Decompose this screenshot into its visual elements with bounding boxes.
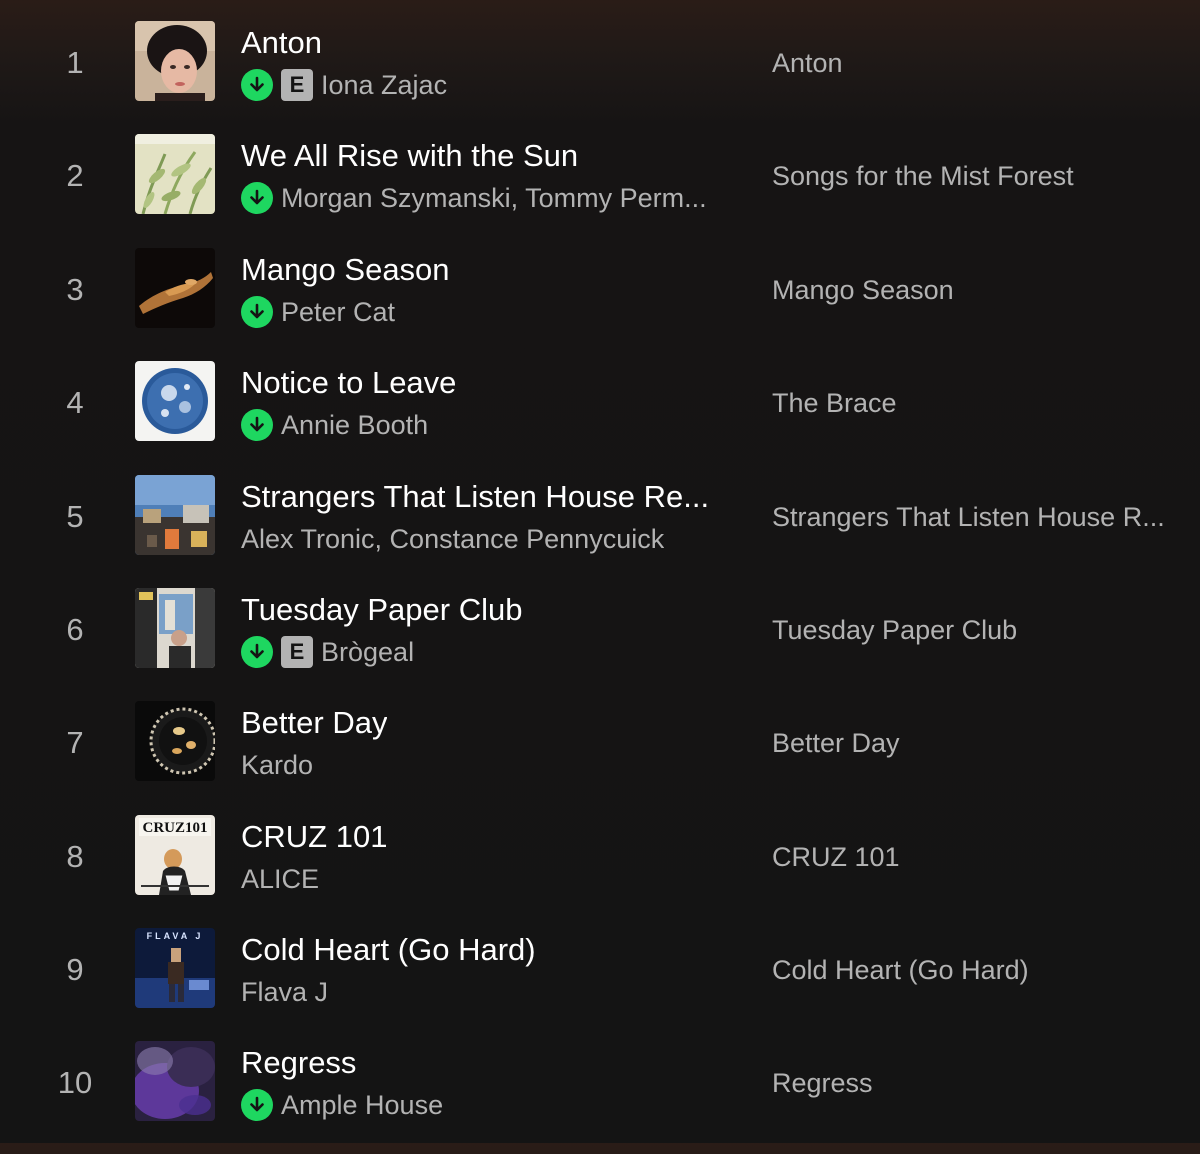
track-meta: E Brògeal [241, 635, 414, 669]
album-cover[interactable]: FLAVA J [135, 928, 215, 1008]
track-artist[interactable]: Flava J [241, 975, 328, 1009]
downloaded-icon [241, 69, 273, 101]
track-number: 4 [66, 385, 84, 420]
track-row[interactable]: 1 Anton E Iona Zajac Anton [0, 21, 1200, 134]
downloaded-icon [241, 1089, 273, 1121]
track-number: 8 [66, 839, 84, 874]
track-number: 2 [66, 158, 84, 193]
track-title[interactable]: CRUZ 101 [241, 818, 387, 856]
track-row[interactable]: 6 Tuesday Paper Club E Brògeal Tuesday P… [0, 588, 1200, 701]
track-title[interactable]: Anton [241, 24, 322, 62]
track-meta: Kardo [241, 748, 313, 782]
track-album[interactable]: CRUZ 101 [772, 839, 900, 875]
track-artist[interactable]: Ample House [281, 1088, 443, 1122]
track-number: 10 [57, 1065, 93, 1100]
track-number: 1 [66, 45, 84, 80]
track-artist[interactable]: Brògeal [321, 635, 414, 669]
track-album[interactable]: Regress [772, 1065, 873, 1101]
album-cover[interactable] [135, 361, 215, 441]
track-title[interactable]: Tuesday Paper Club [241, 591, 522, 629]
album-cover[interactable] [135, 21, 215, 101]
track-row[interactable]: 7 Better Day Kardo Better Day [0, 701, 1200, 814]
track-artist[interactable]: Iona Zajac [321, 68, 447, 102]
track-artist[interactable]: ALICE [241, 862, 319, 896]
track-row[interactable]: 10 Regress Ample House Regress [0, 1041, 1200, 1154]
track-meta: Morgan Szymanski, Tommy Perm... [241, 181, 707, 215]
track-row[interactable]: 9 FLAVA J Cold Heart (Go Hard) Flava J C… [0, 928, 1200, 1041]
track-album[interactable]: Cold Heart (Go Hard) [772, 952, 1029, 988]
track-album[interactable]: Mango Season [772, 272, 954, 308]
track-row[interactable]: 5 Strangers That Listen House Re... Alex… [0, 475, 1200, 588]
track-meta: Annie Booth [241, 408, 428, 442]
track-artist[interactable]: Kardo [241, 748, 313, 782]
album-cover[interactable]: CRUZ101 [135, 815, 215, 895]
track-album[interactable]: Songs for the Mist Forest [772, 158, 1074, 194]
track-title[interactable]: We All Rise with the Sun [241, 137, 578, 175]
track-number: 6 [66, 612, 84, 647]
downloaded-icon [241, 182, 273, 214]
track-number: 5 [66, 499, 84, 534]
track-number: 7 [66, 725, 84, 760]
track-album[interactable]: The Brace [772, 385, 897, 421]
cover-text: CRUZ101 [142, 820, 207, 836]
track-meta: Ample House [241, 1088, 443, 1122]
explicit-badge: E [281, 69, 313, 101]
track-title[interactable]: Cold Heart (Go Hard) [241, 931, 536, 969]
cover-text: FLAVA J [147, 931, 204, 941]
explicit-badge: E [281, 636, 313, 668]
track-artist[interactable]: Annie Booth [281, 408, 428, 442]
track-number: 3 [66, 272, 84, 307]
track-meta: Peter Cat [241, 295, 395, 329]
track-meta: Flava J [241, 975, 328, 1009]
track-title[interactable]: Strangers That Listen House Re... [241, 478, 709, 516]
track-artist[interactable]: Peter Cat [281, 295, 395, 329]
downloaded-icon [241, 636, 273, 668]
album-cover[interactable] [135, 1041, 215, 1121]
track-number: 9 [66, 952, 84, 987]
track-row[interactable]: 4 Notice to Leave Annie Booth The Brace [0, 361, 1200, 474]
album-cover[interactable] [135, 701, 215, 781]
track-row[interactable]: 2 We All Rise with the Sun Morgan Szyman… [0, 134, 1200, 247]
track-row[interactable]: 3 Mango Season Peter Cat Mango Season [0, 248, 1200, 361]
track-meta: Alex Tronic, Constance Pennycuick [241, 522, 664, 556]
track-album[interactable]: Anton [772, 45, 843, 81]
downloaded-icon [241, 296, 273, 328]
album-cover[interactable] [135, 134, 215, 214]
track-artist[interactable]: Alex Tronic, Constance Pennycuick [241, 522, 664, 556]
album-cover[interactable] [135, 475, 215, 555]
track-title[interactable]: Notice to Leave [241, 364, 456, 402]
track-title[interactable]: Mango Season [241, 251, 450, 289]
album-cover[interactable] [135, 588, 215, 668]
track-album[interactable]: Better Day [772, 725, 900, 761]
track-title[interactable]: Regress [241, 1044, 356, 1082]
track-title[interactable]: Better Day [241, 704, 387, 742]
track-meta: ALICE [241, 862, 319, 896]
track-artist[interactable]: Morgan Szymanski, Tommy Perm... [281, 181, 707, 215]
track-list: 1 Anton E Iona Zajac Anton 2 We All Rise… [0, 0, 1200, 1143]
track-meta: E Iona Zajac [241, 68, 447, 102]
track-album[interactable]: Strangers That Listen House R... [772, 499, 1165, 535]
album-cover[interactable] [135, 248, 215, 328]
track-album[interactable]: Tuesday Paper Club [772, 612, 1017, 648]
downloaded-icon [241, 409, 273, 441]
track-row[interactable]: 8 CRUZ101 CRUZ 101 ALICE CRUZ 101 [0, 815, 1200, 928]
